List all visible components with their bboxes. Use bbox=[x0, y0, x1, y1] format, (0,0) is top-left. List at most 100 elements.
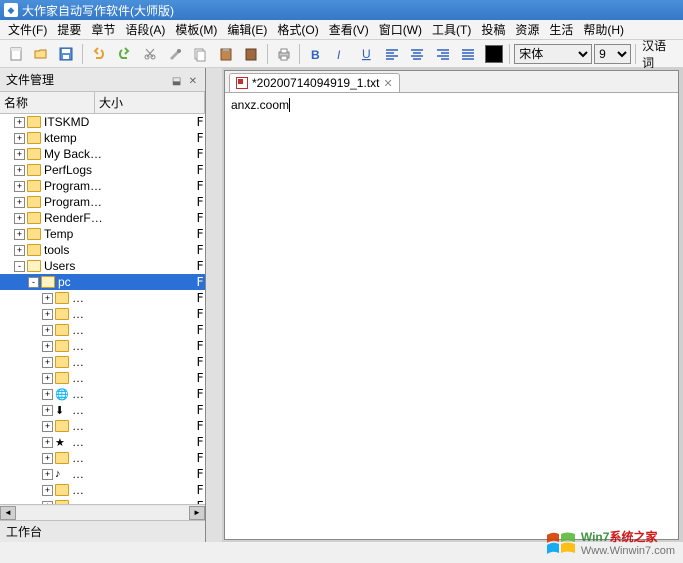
expand-toggle[interactable]: + bbox=[42, 437, 53, 448]
menu-item[interactable]: 帮助(H) bbox=[579, 19, 628, 40]
expand-toggle[interactable]: + bbox=[42, 453, 53, 464]
tree-row[interactable]: -UsersF bbox=[0, 258, 205, 274]
expand-toggle[interactable]: + bbox=[14, 213, 25, 224]
menu-item[interactable]: 章节 bbox=[87, 19, 119, 40]
expand-toggle[interactable]: + bbox=[42, 341, 53, 352]
save-button[interactable] bbox=[55, 42, 78, 66]
menu-item[interactable]: 编辑(E) bbox=[223, 19, 271, 40]
expand-toggle[interactable]: + bbox=[42, 421, 53, 432]
expand-toggle[interactable]: + bbox=[14, 117, 25, 128]
cut-button[interactable] bbox=[138, 42, 161, 66]
tree-row[interactable]: +…F bbox=[0, 370, 205, 386]
expand-toggle[interactable]: + bbox=[42, 357, 53, 368]
align-right-button[interactable] bbox=[431, 42, 454, 66]
expand-toggle[interactable]: + bbox=[14, 133, 25, 144]
expand-toggle[interactable]: + bbox=[14, 197, 25, 208]
font-size-select[interactable]: 9 bbox=[594, 44, 631, 64]
tree-row[interactable]: +TempF bbox=[0, 226, 205, 242]
editor-content[interactable]: anxz.coom bbox=[225, 93, 678, 539]
scroll-right-icon[interactable]: ► bbox=[189, 506, 205, 520]
workbench-label[interactable]: 工作台 bbox=[0, 520, 205, 542]
copy-button[interactable] bbox=[189, 42, 212, 66]
bold-button[interactable]: B bbox=[304, 42, 327, 66]
expand-toggle[interactable]: + bbox=[14, 165, 25, 176]
scroll-left-icon[interactable]: ◄ bbox=[0, 506, 16, 520]
tree-horizontal-scrollbar[interactable]: ◄ ► bbox=[0, 504, 205, 520]
tree-row[interactable]: +…F bbox=[0, 338, 205, 354]
menu-item[interactable]: 窗口(W) bbox=[375, 19, 426, 40]
redo-button[interactable] bbox=[113, 42, 136, 66]
font-color-button[interactable] bbox=[482, 42, 505, 66]
paste-button[interactable] bbox=[214, 42, 237, 66]
expand-toggle[interactable]: + bbox=[42, 469, 53, 480]
tree-row[interactable]: +♪…F bbox=[0, 466, 205, 482]
file-tree[interactable]: +ITSKMDF+ktempF+My Back…F+PerfLogsF+Prog… bbox=[0, 114, 205, 504]
menu-item[interactable]: 语段(A) bbox=[121, 19, 169, 40]
expand-toggle[interactable]: + bbox=[42, 485, 53, 496]
column-size[interactable]: 大小 bbox=[95, 92, 205, 113]
clipboard-button[interactable] bbox=[239, 42, 262, 66]
tree-row[interactable]: +…F bbox=[0, 450, 205, 466]
menu-item[interactable]: 格式(O) bbox=[273, 19, 322, 40]
align-center-button[interactable] bbox=[406, 42, 429, 66]
new-button[interactable] bbox=[4, 42, 27, 66]
underline-button[interactable]: U bbox=[355, 42, 378, 66]
tree-row[interactable]: +⬇…F bbox=[0, 402, 205, 418]
tree-row[interactable]: +…F bbox=[0, 418, 205, 434]
menu-item[interactable]: 资源 bbox=[511, 19, 543, 40]
panel-pin-icon[interactable]: ⬓ bbox=[170, 76, 183, 87]
expand-toggle[interactable]: + bbox=[42, 373, 53, 384]
tree-row[interactable]: +…F bbox=[0, 306, 205, 322]
italic-button[interactable]: I bbox=[330, 42, 353, 66]
tree-row[interactable]: +🌐…F bbox=[0, 386, 205, 402]
expand-toggle[interactable]: - bbox=[14, 261, 25, 272]
menu-item[interactable]: 生活 bbox=[545, 19, 577, 40]
scroll-track[interactable] bbox=[16, 506, 189, 520]
settings-button[interactable] bbox=[163, 42, 186, 66]
tree-row[interactable]: +…F bbox=[0, 354, 205, 370]
tree-row[interactable]: +My Back…F bbox=[0, 146, 205, 162]
tree-row[interactable]: +…F bbox=[0, 498, 205, 504]
panel-close-icon[interactable]: ✕ bbox=[187, 76, 199, 87]
tree-row[interactable]: +…F bbox=[0, 290, 205, 306]
font-family-select[interactable]: 宋体 bbox=[514, 44, 592, 64]
tree-row[interactable]: +toolsF bbox=[0, 242, 205, 258]
expand-toggle[interactable]: + bbox=[42, 325, 53, 336]
menu-item[interactable]: 提要 bbox=[53, 19, 85, 40]
tree-row[interactable]: -pcF bbox=[0, 274, 205, 290]
expand-toggle[interactable]: + bbox=[42, 501, 53, 505]
tree-row[interactable]: +★…F bbox=[0, 434, 205, 450]
expand-toggle[interactable]: + bbox=[14, 149, 25, 160]
expand-toggle[interactable]: + bbox=[14, 181, 25, 192]
expand-toggle[interactable]: + bbox=[42, 309, 53, 320]
menu-item[interactable]: 投稿 bbox=[477, 19, 509, 40]
column-name[interactable]: 名称 bbox=[0, 92, 95, 113]
expand-toggle[interactable]: + bbox=[42, 293, 53, 304]
document-tab[interactable]: *20200714094919_1.txt ✕ bbox=[229, 73, 400, 92]
tree-row[interactable]: +ITSKMDF bbox=[0, 114, 205, 130]
menu-item[interactable]: 文件(F) bbox=[4, 19, 51, 40]
panel-splitter[interactable] bbox=[206, 68, 222, 542]
extra-tool-label[interactable]: 汉语词 bbox=[640, 35, 679, 73]
tree-row[interactable]: +RenderF…F bbox=[0, 210, 205, 226]
tree-row[interactable]: +Program…F bbox=[0, 194, 205, 210]
undo-button[interactable] bbox=[87, 42, 110, 66]
tree-row[interactable]: +ktempF bbox=[0, 130, 205, 146]
tree-row[interactable]: +…F bbox=[0, 322, 205, 338]
expand-toggle[interactable]: + bbox=[42, 405, 53, 416]
expand-toggle[interactable]: + bbox=[14, 229, 25, 240]
menu-item[interactable]: 模板(M) bbox=[171, 19, 221, 40]
menu-item[interactable]: 工具(T) bbox=[428, 19, 475, 40]
print-button[interactable] bbox=[272, 42, 295, 66]
align-justify-button[interactable] bbox=[457, 42, 480, 66]
tree-row[interactable]: +PerfLogsF bbox=[0, 162, 205, 178]
expand-toggle[interactable]: - bbox=[28, 277, 39, 288]
expand-toggle[interactable]: + bbox=[14, 245, 25, 256]
tree-row[interactable]: +…F bbox=[0, 482, 205, 498]
align-left-button[interactable] bbox=[380, 42, 403, 66]
expand-toggle[interactable]: + bbox=[42, 389, 53, 400]
menu-item[interactable]: 查看(V) bbox=[325, 19, 373, 40]
tree-row[interactable]: +Program…F bbox=[0, 178, 205, 194]
tab-close-icon[interactable]: ✕ bbox=[383, 77, 392, 90]
open-button[interactable] bbox=[29, 42, 52, 66]
